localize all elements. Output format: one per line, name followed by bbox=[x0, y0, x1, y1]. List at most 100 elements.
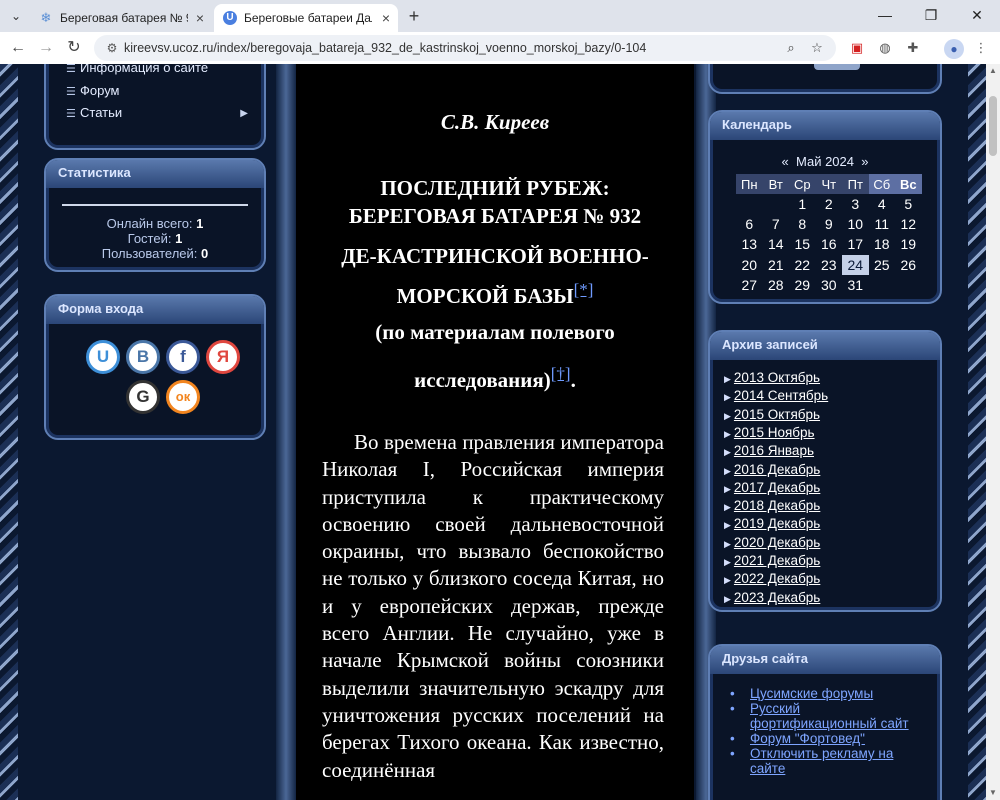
extensions-puzzle-icon[interactable]: ✚ bbox=[904, 39, 922, 57]
archive-item[interactable]: ▶ 2020 Декабрь bbox=[724, 535, 820, 550]
archive-link[interactable]: 2017 Декабрь bbox=[734, 480, 820, 495]
archive-item[interactable]: ▶ 2015 Октябрь bbox=[724, 407, 820, 422]
ucoz-login-icon[interactable]: U bbox=[86, 340, 120, 374]
reload-icon[interactable]: ↻ bbox=[62, 36, 86, 60]
calendar-day[interactable]: 31 bbox=[842, 275, 869, 295]
menu-item-info[interactable]: ☰ Информация о сайте bbox=[66, 64, 208, 75]
more-menu-icon[interactable]: ⋮ bbox=[972, 39, 990, 57]
minimize-icon[interactable]: — bbox=[862, 0, 908, 32]
site-info-icon[interactable]: ⚙ bbox=[104, 40, 120, 56]
zoom-icon[interactable]: ⌕ bbox=[782, 39, 800, 57]
friend-link[interactable]: Цусимские форумы bbox=[730, 686, 928, 701]
footnote-link[interactable]: [*] bbox=[574, 280, 594, 299]
calendar-day[interactable]: 15 bbox=[789, 234, 816, 254]
calendar-day[interactable]: 9 bbox=[816, 214, 843, 234]
close-tab-icon[interactable]: × bbox=[382, 4, 390, 32]
archive-link[interactable]: 2022 Декабрь bbox=[734, 571, 820, 586]
friend-link[interactable]: Отключить рекламу на сайте bbox=[730, 746, 928, 776]
archive-link[interactable]: 2020 Декабрь bbox=[734, 535, 820, 550]
archive-item[interactable]: ▶ 2021 Декабрь bbox=[724, 553, 820, 568]
tab-search-icon[interactable]: ⌄ bbox=[6, 6, 26, 26]
scroll-thumb[interactable] bbox=[989, 96, 997, 156]
calendar-day[interactable]: 17 bbox=[842, 234, 869, 254]
url-text[interactable]: kireevsv.ucoz.ru/index/beregovaja_batare… bbox=[124, 35, 646, 61]
calendar-day[interactable]: 19 bbox=[895, 234, 922, 254]
friend-link-text[interactable]: Цусимские форумы bbox=[750, 686, 873, 701]
friend-link[interactable]: Русский фортификационный сайт bbox=[730, 701, 928, 731]
next-month-button[interactable]: » bbox=[861, 154, 868, 169]
calendar-day[interactable]: 5 bbox=[895, 194, 922, 214]
calendar-day[interactable]: 1 bbox=[789, 194, 816, 214]
yandex-login-icon[interactable]: Я bbox=[206, 340, 240, 374]
friend-link[interactable]: Форум "Фортовед" bbox=[730, 731, 928, 746]
archive-item[interactable]: ▶ 2016 Декабрь bbox=[724, 462, 820, 477]
forward-icon[interactable]: → bbox=[34, 36, 58, 60]
archive-item[interactable]: ▶ 2014 Сентябрь bbox=[724, 388, 828, 403]
calendar-day[interactable]: 27 bbox=[736, 275, 763, 295]
archive-link[interactable]: 2021 Декабрь bbox=[734, 553, 820, 568]
friend-link-text[interactable]: Отключить рекламу на сайте bbox=[750, 746, 893, 776]
calendar-day[interactable]: 16 bbox=[816, 234, 843, 254]
calendar-day[interactable]: 18 bbox=[869, 234, 896, 254]
calendar-day[interactable]: 7 bbox=[763, 214, 790, 234]
archive-link[interactable]: 2018 Декабрь bbox=[734, 498, 820, 513]
close-tab-icon[interactable]: × bbox=[196, 4, 204, 32]
google-login-icon[interactable]: G bbox=[126, 380, 160, 414]
archive-item[interactable]: ▶ 2022 Декабрь bbox=[724, 571, 820, 586]
submit-button[interactable] bbox=[814, 64, 860, 70]
friend-link-text[interactable]: Русский фортификационный сайт bbox=[750, 701, 909, 731]
scroll-down-icon[interactable]: ▼ bbox=[986, 786, 1000, 800]
archive-link[interactable]: 2019 Декабрь bbox=[734, 516, 820, 531]
archive-item[interactable]: ▶ 2016 Январь bbox=[724, 443, 814, 458]
calendar-day[interactable]: 26 bbox=[895, 255, 922, 275]
archive-link[interactable]: 2016 Декабрь bbox=[734, 462, 820, 477]
footnote-link[interactable]: [†] bbox=[551, 364, 571, 383]
calendar-day[interactable]: 3 bbox=[842, 194, 869, 214]
bookmark-star-icon[interactable]: ☆ bbox=[808, 39, 826, 57]
calendar-day[interactable]: 21 bbox=[763, 255, 790, 275]
odnoklassniki-login-icon[interactable]: ок bbox=[166, 380, 200, 414]
calendar-day[interactable]: 12 bbox=[895, 214, 922, 234]
menu-item-articles[interactable]: ☰ Статьи ▶ bbox=[66, 105, 256, 120]
archive-link[interactable]: 2014 Сентябрь bbox=[734, 388, 828, 403]
translate-icon[interactable]: ◍ bbox=[876, 39, 894, 57]
prev-month-button[interactable]: « bbox=[782, 154, 789, 169]
address-bar[interactable]: ⚙ kireevsv.ucoz.ru/index/beregovaja_bata… bbox=[94, 35, 836, 61]
archive-link[interactable]: 2013 Октябрь bbox=[734, 370, 820, 385]
tab-active[interactable]: U Береговые батареи Дальнего × bbox=[214, 4, 398, 32]
back-icon[interactable]: ← bbox=[6, 36, 30, 60]
archive-item[interactable]: ▶ 2015 Ноябрь bbox=[724, 425, 815, 440]
archive-item[interactable]: ▶ 2013 Октябрь bbox=[724, 370, 820, 385]
window-close-icon[interactable]: ✕ bbox=[954, 0, 1000, 32]
page-scrollbar[interactable]: ▲ ▼ bbox=[986, 64, 1000, 800]
calendar-day[interactable]: 2 bbox=[816, 194, 843, 214]
archive-item[interactable]: ▶ 2018 Декабрь bbox=[724, 498, 820, 513]
archive-item[interactable]: ▶ 2017 Декабрь bbox=[724, 480, 820, 495]
restore-icon[interactable]: ❐ bbox=[908, 0, 954, 32]
calendar-day[interactable]: 4 bbox=[869, 194, 896, 214]
archive-item[interactable]: ▶ 2019 Декабрь bbox=[724, 516, 820, 531]
archive-link[interactable]: 2023 Декабрь bbox=[734, 590, 820, 605]
calendar-day[interactable]: 30 bbox=[816, 275, 843, 295]
new-tab-button[interactable]: + bbox=[404, 6, 424, 26]
archive-item[interactable]: ▶ 2023 Декабрь bbox=[724, 590, 820, 605]
archive-link[interactable]: 2015 Ноябрь bbox=[734, 425, 815, 440]
calendar-day[interactable]: 23 bbox=[816, 255, 843, 275]
calendar-day[interactable]: 29 bbox=[789, 275, 816, 295]
calendar-day[interactable]: 25 bbox=[869, 255, 896, 275]
calendar-day[interactable]: 13 bbox=[736, 234, 763, 254]
vk-login-icon[interactable]: В bbox=[126, 340, 160, 374]
calendar-day[interactable]: 22 bbox=[789, 255, 816, 275]
scroll-up-icon[interactable]: ▲ bbox=[986, 64, 1000, 78]
calendar-day[interactable]: 20 bbox=[736, 255, 763, 275]
archive-link[interactable]: 2015 Октябрь bbox=[734, 407, 820, 422]
calendar-day[interactable]: 6 bbox=[736, 214, 763, 234]
calendar-day[interactable]: 28 bbox=[763, 275, 790, 295]
calendar-day[interactable]: 8 bbox=[789, 214, 816, 234]
tab-inactive[interactable]: ❄ Береговая батарея № 932 Де- × bbox=[30, 4, 212, 32]
archive-link[interactable]: 2016 Январь bbox=[734, 443, 814, 458]
pdf-extension-icon[interactable]: ▣ bbox=[848, 39, 866, 57]
calendar-day[interactable]: 14 bbox=[763, 234, 790, 254]
profile-avatar[interactable]: ● bbox=[944, 39, 964, 59]
calendar-day[interactable]: 24 bbox=[842, 254, 869, 275]
